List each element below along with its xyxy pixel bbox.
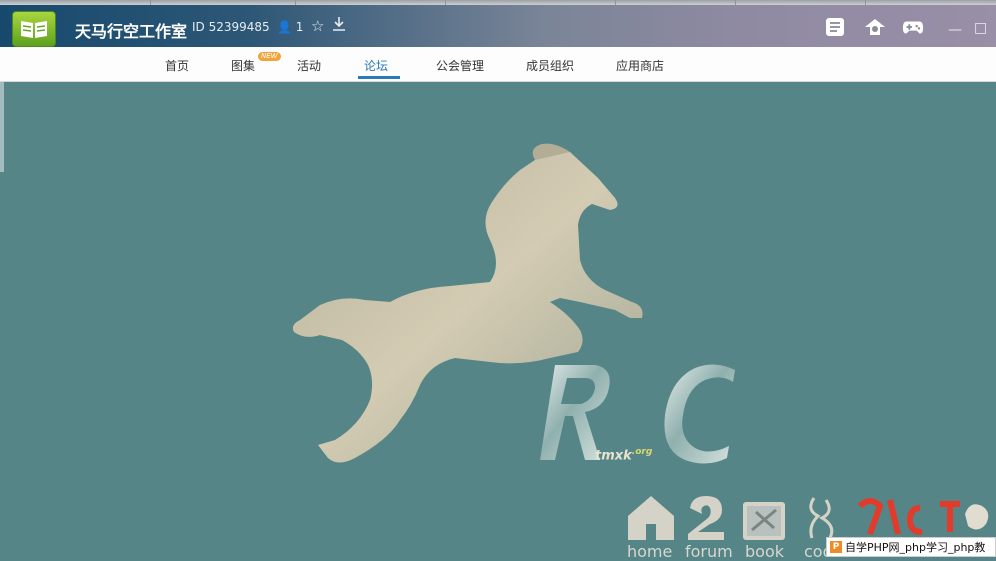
book-link-icon[interactable] bbox=[740, 496, 790, 542]
tab-member-organization[interactable]: 成员组织 bbox=[526, 57, 574, 74]
watermark-banner: P 自学PHP网_php学习_php教 bbox=[826, 537, 996, 557]
tab-app-store[interactable]: 应用商店 bbox=[616, 57, 664, 74]
rc-logo-tag-suffix: .org bbox=[631, 447, 653, 457]
home-link-icon[interactable] bbox=[626, 494, 676, 542]
share-icon[interactable] bbox=[864, 16, 886, 38]
member-count[interactable]: 👤 1 bbox=[277, 20, 303, 34]
maximize-icon[interactable]: □ bbox=[974, 20, 987, 36]
content-scrollbar[interactable] bbox=[0, 82, 4, 172]
group-id: ID 52399485 bbox=[192, 20, 270, 34]
tab-gallery[interactable]: 图集 bbox=[231, 57, 255, 74]
group-title: 天马行空工作室 bbox=[75, 22, 188, 41]
tab-guild-management[interactable]: 公会管理 bbox=[436, 57, 484, 74]
home-link-label[interactable]: home bbox=[627, 542, 672, 561]
message-box-icon[interactable] bbox=[824, 16, 846, 38]
forum-link-label[interactable]: forum bbox=[685, 542, 733, 561]
rc-logo-tag-text: tmxk bbox=[595, 448, 632, 464]
group-nav-bar: 首页 图集 活动 论坛 公会管理 成员组织 应用商店 bbox=[0, 47, 996, 82]
forum-link-icon[interactable] bbox=[684, 494, 730, 542]
tab-home[interactable]: 首页 bbox=[165, 57, 189, 74]
book-link-label[interactable]: book bbox=[745, 542, 784, 561]
rc-logo-letters bbox=[540, 364, 735, 464]
minimize-icon[interactable]: — bbox=[948, 22, 962, 38]
star-icon[interactable]: ☆ bbox=[311, 17, 324, 35]
p-logo-icon: P bbox=[830, 541, 842, 553]
new-badge: NEW bbox=[258, 52, 281, 61]
tab-forum[interactable]: 论坛 bbox=[364, 57, 388, 74]
code-link-icon[interactable] bbox=[800, 494, 844, 542]
person-icon: 👤 bbox=[277, 20, 292, 34]
download-icon[interactable] bbox=[332, 16, 346, 36]
rc-logo-tag: tmxk.org bbox=[595, 447, 652, 463]
active-tab-underline bbox=[358, 76, 400, 79]
tab-activities[interactable]: 活动 bbox=[297, 57, 321, 74]
watermark-text: 自学PHP网_php学习_php教 bbox=[845, 541, 986, 554]
gamepad-icon[interactable] bbox=[902, 16, 924, 38]
site-watermark-logo bbox=[857, 498, 989, 536]
member-count-value: 1 bbox=[295, 20, 304, 34]
window-titlebar: 天马行空工作室 ID 52399485 👤 1 ☆ — □ bbox=[0, 5, 996, 47]
app-logo-icon bbox=[12, 11, 56, 47]
